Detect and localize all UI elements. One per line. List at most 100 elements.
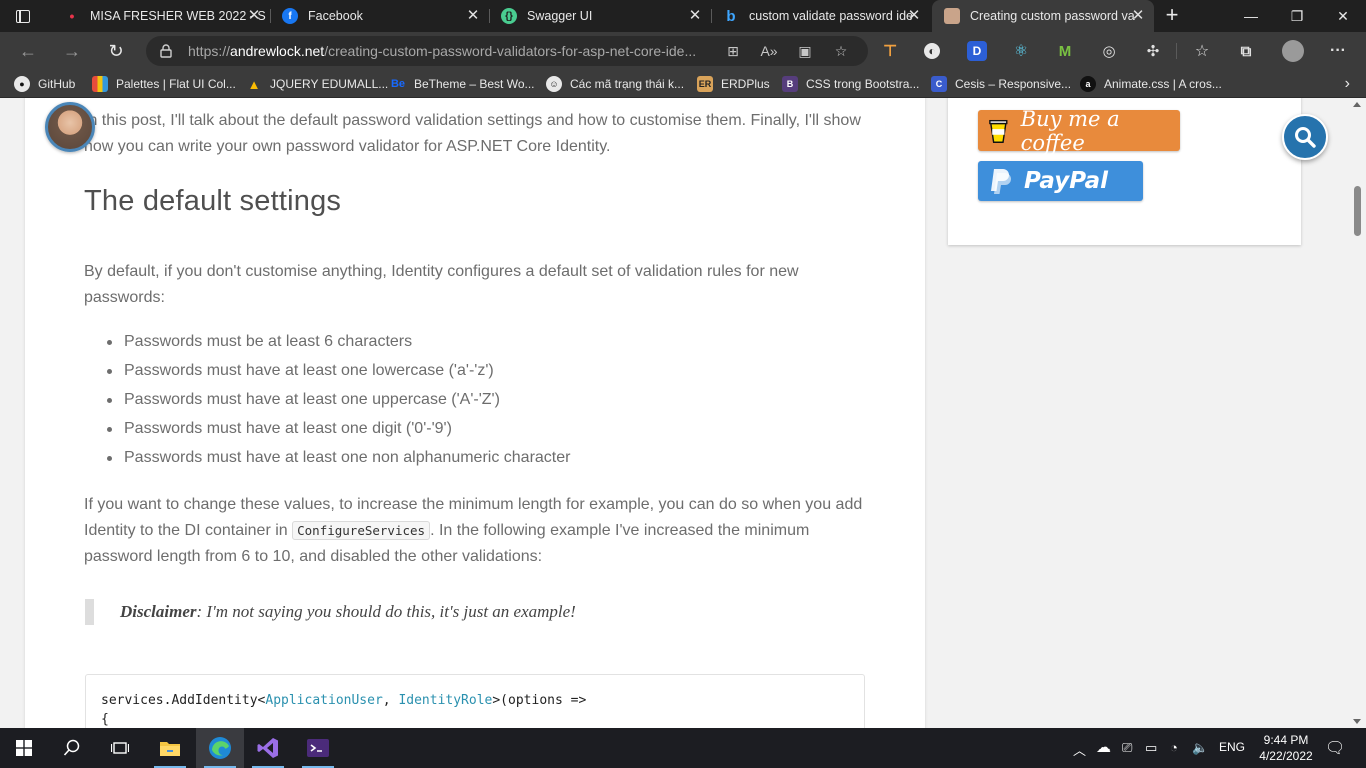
tab-misa[interactable]: • MISA FRESHER WEB 2022 - S ✕ bbox=[52, 0, 270, 32]
rules-list: Passwords must be at least 6 characters … bbox=[103, 331, 570, 476]
paypal-button[interactable]: PayPal bbox=[978, 161, 1143, 201]
app-available-icon[interactable]: ⊞ bbox=[724, 42, 742, 60]
scrollbar-thumb[interactable] bbox=[1354, 186, 1361, 236]
github-icon: ● bbox=[14, 76, 30, 92]
bing-icon: b bbox=[726, 7, 736, 25]
terminal-icon[interactable] bbox=[294, 728, 342, 768]
bookmark-cesis[interactable]: C Cesis – Responsive... bbox=[931, 75, 1071, 93]
bookmark-animate-css[interactable]: a Animate.css | A cros... bbox=[1080, 75, 1222, 93]
refresh-button[interactable]: ↻ bbox=[102, 37, 130, 65]
erdplus-icon: ER bbox=[697, 76, 713, 92]
extension-d-icon[interactable]: D bbox=[967, 41, 987, 61]
list-item: Passwords must have at least one lowerca… bbox=[103, 360, 570, 389]
tab-actions-button[interactable] bbox=[8, 4, 38, 28]
author-avatar[interactable] bbox=[45, 102, 95, 152]
new-tab-button[interactable]: + bbox=[1160, 4, 1184, 28]
immersive-reader-icon[interactable]: ▣ bbox=[796, 42, 814, 60]
extension-react-icon[interactable]: ⚛ bbox=[1011, 41, 1031, 61]
tab-facebook[interactable]: f Facebook ✕ bbox=[270, 0, 489, 32]
extensions-puzzle-icon[interactable]: ✣ bbox=[1143, 41, 1163, 61]
coffee-cup-icon bbox=[989, 119, 1008, 143]
restore-button[interactable]: ❐ bbox=[1274, 0, 1320, 32]
page-viewport: In this post, I'll talk about the defaul… bbox=[0, 98, 1366, 728]
list-item: Passwords must have at least one upperca… bbox=[103, 389, 570, 418]
tab-creating-custom-password[interactable]: Creating custom password va ✕ bbox=[932, 0, 1154, 32]
swagger-icon: {} bbox=[501, 8, 517, 24]
bookmarks-bar: ● GitHub Palettes | Flat UI Col... ▲ JQUER… bbox=[0, 70, 1366, 98]
language-indicator[interactable]: ENG bbox=[1219, 740, 1245, 754]
extension-target-icon[interactable]: ◎ bbox=[1099, 41, 1119, 61]
search-icon[interactable] bbox=[48, 728, 96, 768]
more-menu-icon[interactable]: ··· bbox=[1328, 41, 1348, 61]
add-favorite-icon[interactable]: ☆ bbox=[832, 42, 850, 60]
mozilla-icon: ☺ bbox=[546, 76, 562, 92]
close-tab-icon[interactable]: ✕ bbox=[465, 8, 481, 24]
default-rules-paragraph: By default, if you don't customise anyth… bbox=[84, 263, 799, 306]
section-heading: The default settings bbox=[84, 185, 342, 217]
bookmark-palettes[interactable]: Palettes | Flat UI Col... bbox=[92, 75, 236, 93]
tab-swagger[interactable]: {} Swagger UI ✕ bbox=[489, 0, 711, 32]
extension-tampermonkey-icon[interactable]: ⊤ bbox=[880, 41, 900, 61]
cesis-icon: C bbox=[931, 76, 947, 92]
toolbar-divider bbox=[1176, 43, 1177, 59]
tab-strip: • MISA FRESHER WEB 2022 - S ✕ f Facebook… bbox=[0, 0, 1366, 32]
bookmark-css-bootstrap[interactable]: B CSS trong Bootstra... bbox=[782, 75, 919, 93]
close-tab-icon[interactable]: ✕ bbox=[687, 8, 703, 24]
list-item: Passwords must have at least one digit (… bbox=[103, 418, 570, 447]
animate-icon: a bbox=[1080, 76, 1096, 92]
lock-icon bbox=[160, 44, 172, 58]
visual-studio-icon[interactable] bbox=[244, 728, 292, 768]
back-button[interactable]: ← bbox=[14, 37, 42, 65]
tab-bing-search[interactable]: b custom validate password ide ✕ bbox=[711, 0, 930, 32]
bookmark-status-codes[interactable]: ☺ Các mã trạng thái k... bbox=[546, 75, 684, 93]
read-aloud-icon[interactable]: A» bbox=[760, 42, 778, 60]
battery-icon[interactable]: ▭ bbox=[1145, 740, 1157, 756]
notifications-icon[interactable]: 🗨 bbox=[1325, 738, 1345, 758]
meet-now-icon[interactable]: ⎚ bbox=[1122, 740, 1132, 756]
file-explorer-icon[interactable] bbox=[146, 728, 194, 768]
page-scrollbar[interactable] bbox=[1349, 98, 1366, 728]
onedrive-icon[interactable]: ☁ bbox=[1096, 738, 1111, 756]
close-tab-icon[interactable]: ✕ bbox=[246, 8, 262, 24]
edge-icon[interactable] bbox=[196, 728, 244, 768]
bookmark-jquery-edumall[interactable]: ▲ JQUERY EDUMALL... bbox=[246, 75, 389, 93]
bookmarks-overflow-chevron-icon[interactable]: › bbox=[1345, 75, 1350, 93]
close-window-button[interactable]: ✕ bbox=[1320, 0, 1366, 32]
profile-avatar-icon[interactable] bbox=[1282, 40, 1304, 62]
show-hidden-icons-chevron-icon[interactable]: ︿ bbox=[1073, 740, 1086, 759]
code-block: services.AddIdentity<ApplicationUser, Id… bbox=[85, 674, 865, 728]
buy-me-a-coffee-button[interactable]: Buy me a coffee bbox=[978, 107, 1180, 155]
scroll-down-arrow-icon[interactable] bbox=[1353, 719, 1361, 724]
windows-start-icon[interactable] bbox=[0, 728, 48, 768]
google-drive-icon: ▲ bbox=[247, 76, 261, 92]
favorites-icon[interactable]: ☆ bbox=[1192, 41, 1212, 61]
bookmark-erdplus[interactable]: ER ERDPlus bbox=[697, 75, 770, 93]
windows-taskbar: ︿ ☁ ⎚ ▭ ◔ 🔈 ENG 9:44 PM 4/22/2022 🗨 bbox=[0, 728, 1366, 768]
minimize-button[interactable]: — bbox=[1228, 0, 1274, 32]
address-bar[interactable]: https://andrewlock.net/creating-custom-p… bbox=[146, 36, 868, 66]
bookmark-betheme[interactable]: Be BeTheme – Best Wo... bbox=[390, 75, 535, 93]
wifi-icon[interactable]: ◔ bbox=[1170, 740, 1178, 755]
collections-icon[interactable]: ⧉ bbox=[1236, 41, 1256, 61]
task-view-icon[interactable] bbox=[96, 728, 144, 768]
bookmark-github[interactable]: ● GitHub bbox=[14, 75, 75, 93]
facebook-icon: f bbox=[282, 8, 298, 24]
scroll-up-arrow-icon[interactable] bbox=[1353, 102, 1361, 107]
search-button[interactable] bbox=[1282, 114, 1328, 160]
extension-darkreader-icon[interactable]: ◐ bbox=[924, 43, 940, 59]
disclaimer-blockquote: Disclaimer: I'm not saying you should do… bbox=[85, 599, 865, 625]
bootstrap-icon: B bbox=[782, 76, 798, 92]
list-item: Passwords must have at least one non alp… bbox=[103, 447, 570, 476]
tab-actions-icon bbox=[16, 9, 30, 23]
change-values-paragraph: If you want to change these values, to i… bbox=[84, 496, 863, 565]
extension-vue-icon[interactable]: M bbox=[1055, 41, 1075, 61]
close-tab-icon[interactable]: ✕ bbox=[1130, 8, 1146, 24]
system-clock[interactable]: 9:44 PM 4/22/2022 bbox=[1254, 732, 1318, 764]
url-text: https://andrewlock.net/creating-custom-p… bbox=[188, 43, 697, 59]
volume-icon[interactable]: 🔈 bbox=[1192, 740, 1208, 756]
forward-button[interactable]: → bbox=[58, 37, 86, 65]
palette-icon bbox=[92, 76, 108, 92]
close-tab-icon[interactable]: ✕ bbox=[906, 8, 922, 24]
search-icon bbox=[1295, 127, 1316, 148]
article-card: In this post, I'll talk about the defaul… bbox=[25, 98, 925, 728]
